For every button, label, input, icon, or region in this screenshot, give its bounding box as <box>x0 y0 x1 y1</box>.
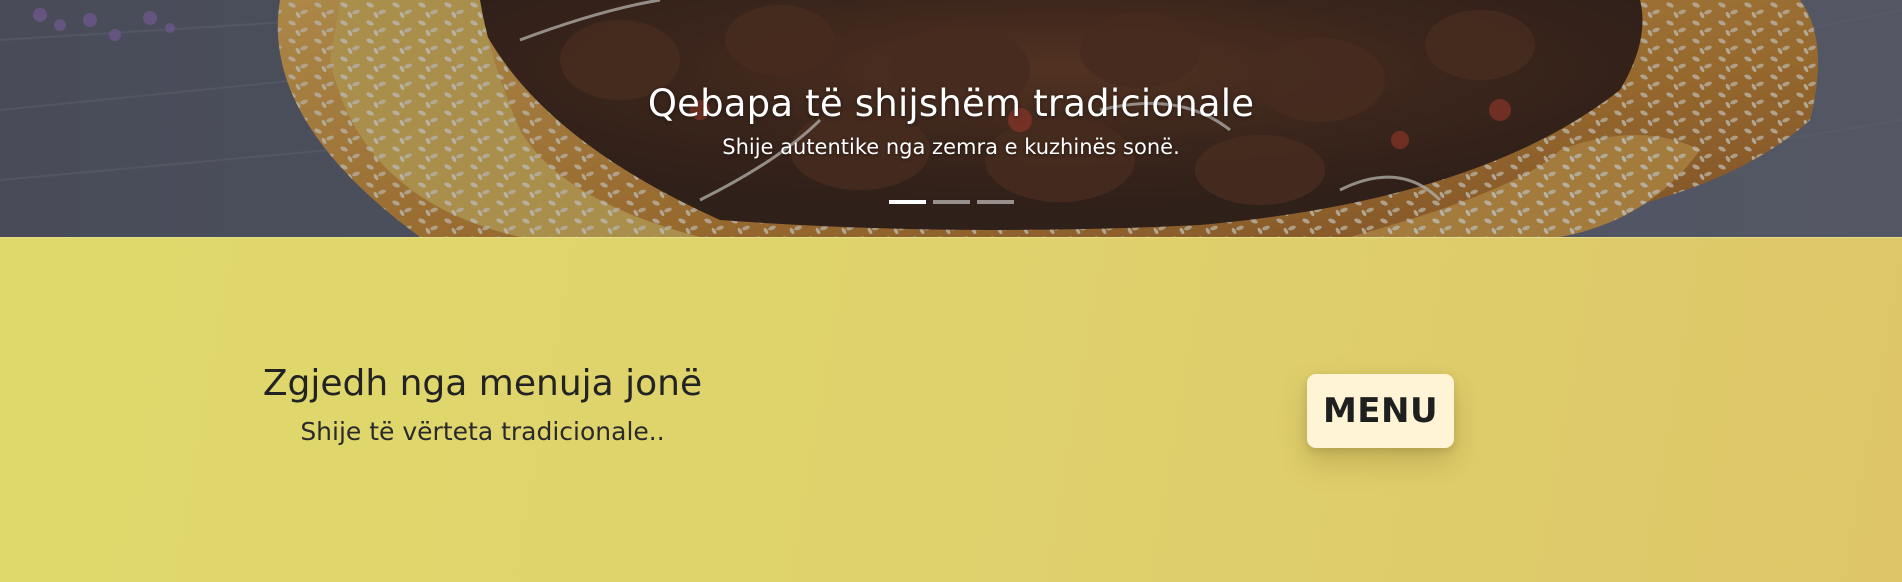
carousel-indicator-3[interactable] <box>976 200 1014 204</box>
menu-section-text: Zgjedh nga menuja jonë Shije të vërteta … <box>200 361 765 449</box>
hero-caption: Qebapa të shijshëm tradicionale Shije au… <box>0 78 1902 162</box>
menu-section-subtitle: Shije të vërteta tradicionale.. <box>300 417 665 446</box>
menu-button[interactable]: MENU <box>1307 374 1454 448</box>
carousel-indicator-2[interactable] <box>932 200 970 204</box>
menu-section-title: Zgjedh nga menuja jonë <box>262 363 703 404</box>
hero-subtitle: Shije autentike nga zemra e kuzhinës son… <box>722 135 1180 159</box>
page: Qebapa të shijshëm tradicionale Shije au… <box>0 0 1902 582</box>
carousel-indicators <box>0 200 1902 204</box>
menu-section: Zgjedh nga menuja jonë Shije të vërteta … <box>0 237 1902 582</box>
carousel-indicator-1[interactable] <box>888 200 926 204</box>
hero-title: Qebapa të shijshëm tradicionale <box>647 82 1255 125</box>
hero-carousel[interactable]: Qebapa të shijshëm tradicionale Shije au… <box>0 0 1902 237</box>
